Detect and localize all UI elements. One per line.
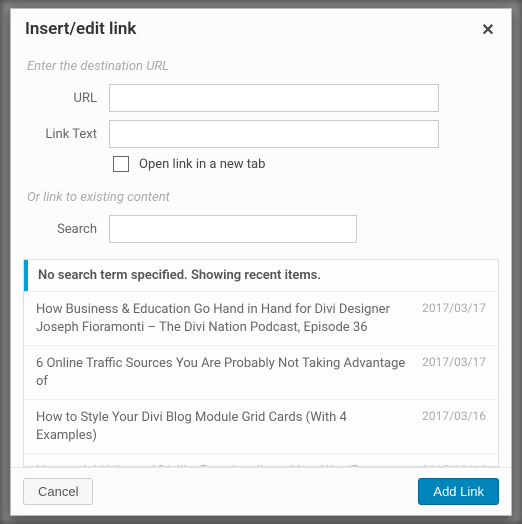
enter-url-hint: Enter the destination URL xyxy=(27,59,495,74)
modal-footer: Cancel Add Link xyxy=(11,467,511,515)
url-row: URL xyxy=(23,84,499,112)
search-label: Search xyxy=(23,222,109,237)
result-item[interactable]: How to Style Your Divi Blog Module Grid … xyxy=(24,399,498,453)
result-item[interactable]: 6 Online Traffic Sources You Are Probabl… xyxy=(24,345,498,399)
result-item[interactable]: How to Add Like and Dislike Functionalit… xyxy=(24,453,498,467)
url-input[interactable] xyxy=(109,84,439,112)
or-existing-hint: Or link to existing content xyxy=(27,190,495,205)
result-date: 2017/03/17 xyxy=(422,301,486,336)
url-label: URL xyxy=(23,91,109,106)
link-text-input[interactable] xyxy=(109,120,439,148)
search-row: Search xyxy=(23,215,499,243)
insert-link-modal: Insert/edit link ✕ Enter the destination… xyxy=(10,8,512,516)
new-tab-checkbox[interactable] xyxy=(113,156,129,172)
search-input[interactable] xyxy=(109,215,357,243)
results-list[interactable]: No search term specified. Showing recent… xyxy=(23,259,499,467)
result-date: 2017/03/16 xyxy=(422,409,486,444)
close-icon: ✕ xyxy=(481,20,494,39)
modal-title: Insert/edit link xyxy=(25,19,136,39)
new-tab-row: Open link in a new tab xyxy=(109,156,499,172)
modal-body: Enter the destination URL URL Link Text … xyxy=(11,49,511,467)
cancel-button[interactable]: Cancel xyxy=(23,478,93,505)
result-title: How Business & Education Go Hand in Hand… xyxy=(36,301,410,336)
close-button[interactable]: ✕ xyxy=(479,20,497,38)
link-text-row: Link Text xyxy=(23,120,499,148)
result-item[interactable]: How Business & Education Go Hand in Hand… xyxy=(24,291,498,345)
results-hint: No search term specified. Showing recent… xyxy=(24,260,498,291)
result-title: 6 Online Traffic Sources You Are Probabl… xyxy=(36,355,410,390)
result-title: How to Style Your Divi Blog Module Grid … xyxy=(36,409,410,444)
link-text-label: Link Text xyxy=(23,127,109,142)
modal-header: Insert/edit link ✕ xyxy=(11,9,511,49)
result-date: 2017/03/17 xyxy=(422,355,486,390)
add-link-button[interactable]: Add Link xyxy=(418,478,499,505)
new-tab-label: Open link in a new tab xyxy=(139,157,265,172)
